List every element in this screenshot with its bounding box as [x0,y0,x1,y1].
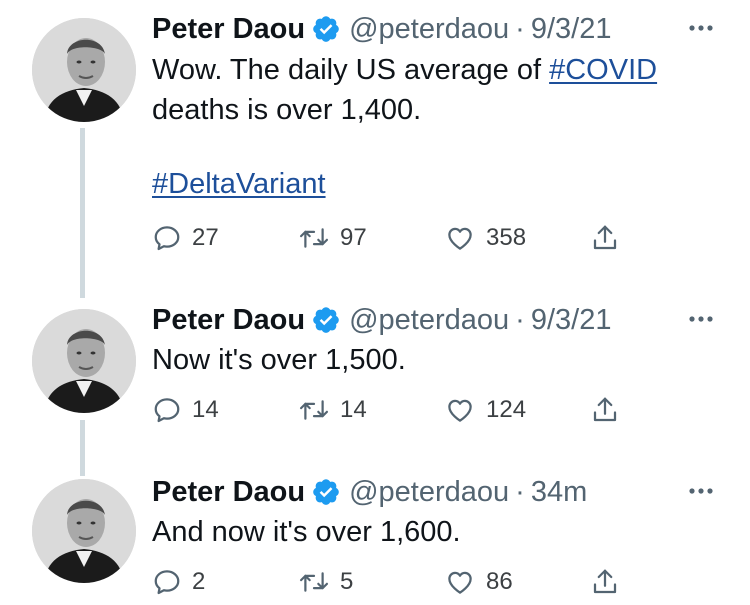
author-name[interactable]: Peter Daou [152,304,305,337]
avatar[interactable] [32,479,136,583]
heart-icon [448,571,472,594]
tweet-header: Peter Daou @peterdaou · 9/3/21 [152,300,730,340]
tweet-timestamp[interactable]: 9/3/21 [531,304,612,337]
retweet-icon [299,228,329,248]
share-icon [593,569,617,594]
retweet-count: 14 [340,396,367,423]
like-button[interactable]: 358 [444,220,526,256]
share-icon [593,397,617,422]
verified-badge-icon [311,477,341,507]
share-button[interactable] [590,564,620,600]
separator-dot: · [515,475,525,508]
like-count: 358 [486,224,527,251]
retweet-icon [299,400,329,420]
hashtag-link[interactable]: #COVID [549,54,657,86]
hashtag-link[interactable]: #DeltaVariant [152,168,326,200]
tweet-text: And now it's over 1,600. [152,516,461,548]
tweet-text: Now it's over 1,500. [152,344,406,376]
author-handle[interactable]: @peterdaou [349,304,509,337]
tweet-hashtag-line: #DeltaVariant [152,164,726,204]
like-count: 124 [486,396,527,423]
verified-badge-icon [311,305,341,335]
verified-badge-icon [311,14,341,44]
like-button[interactable]: 124 [444,392,526,428]
like-button[interactable]: 86 [444,564,513,600]
more-icon[interactable] [684,306,718,330]
more-icon[interactable] [684,15,718,39]
reply-button[interactable]: 2 [152,564,205,600]
retweet-count: 97 [340,224,367,251]
tweet-timestamp[interactable]: 9/3/21 [531,13,612,46]
tweet-text: Wow. The daily US average of #COVID deat… [152,50,726,130]
tweet[interactable]: Peter Daou @peterdaou · 34m And now it's… [0,470,750,605]
heart-icon [448,227,472,250]
retweet-button[interactable]: 97 [298,220,367,256]
tweet-header: Peter Daou @peterdaou · 34m [152,472,730,512]
retweet-button[interactable]: 5 [298,564,353,600]
share-button[interactable] [590,220,620,256]
tweet-actions: 2 5 86 [152,564,652,600]
reply-count: 14 [192,396,219,423]
author-name[interactable]: Peter Daou [152,13,305,46]
tweet-thread: Peter Daou @peterdaou · 9/3/21 Wow. The … [0,0,750,605]
separator-dot: · [515,12,525,45]
avatar[interactable] [32,309,136,413]
reply-icon [154,226,180,251]
tweet-actions: 27 97 358 [152,220,652,256]
more-icon[interactable] [684,478,718,502]
avatar[interactable] [32,18,136,122]
reply-button[interactable]: 14 [152,392,219,428]
reply-icon [154,398,180,423]
reply-count: 2 [192,568,206,595]
tweet-actions: 14 14 124 [152,392,652,428]
share-button[interactable] [590,392,620,428]
share-icon [593,225,617,250]
heart-icon [448,399,472,422]
like-count: 86 [486,568,513,595]
retweet-count: 5 [340,568,354,595]
retweet-button[interactable]: 14 [298,392,367,428]
author-handle[interactable]: @peterdaou [349,476,509,509]
tweet[interactable]: Peter Daou @peterdaou · 9/3/21 Wow. The … [0,0,750,300]
tweet-timestamp[interactable]: 34m [531,476,587,509]
retweet-icon [299,572,329,592]
reply-icon [154,570,180,595]
reply-button[interactable]: 27 [152,220,219,256]
tweet-header: Peter Daou @peterdaou · 9/3/21 [152,9,730,49]
author-handle[interactable]: @peterdaou [349,13,509,46]
tweet-text-segment: Wow. The daily US average of [152,54,550,86]
reply-count: 27 [192,224,219,251]
author-name[interactable]: Peter Daou [152,476,305,509]
separator-dot: · [515,303,525,336]
tweet[interactable]: Peter Daou @peterdaou · 9/3/21 Now it's … [0,300,750,470]
tweet-text-segment: deaths is over 1,400. [152,94,422,126]
